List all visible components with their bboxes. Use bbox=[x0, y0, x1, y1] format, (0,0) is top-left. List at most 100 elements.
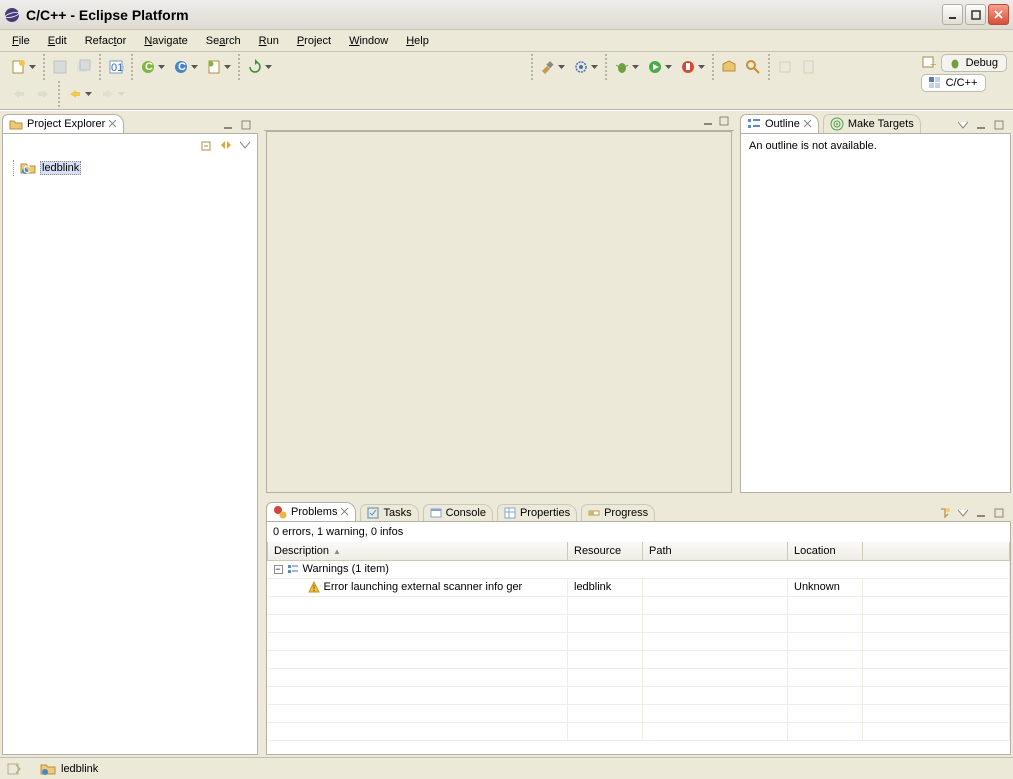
col-path[interactable]: Path bbox=[643, 542, 788, 560]
console-icon bbox=[430, 507, 442, 519]
annotation-button bbox=[798, 56, 820, 78]
maximize-view-button[interactable] bbox=[238, 117, 254, 133]
close-icon[interactable] bbox=[109, 120, 117, 128]
menu-run[interactable]: Run bbox=[251, 33, 287, 49]
status-bar: ledblink bbox=[0, 757, 1013, 779]
maximize-button[interactable] bbox=[965, 4, 986, 25]
minimize-view-button[interactable] bbox=[973, 117, 989, 133]
back-button[interactable] bbox=[64, 83, 95, 105]
editor-maximize-button[interactable] bbox=[716, 113, 732, 129]
open-type-button[interactable] bbox=[718, 56, 740, 78]
tree-item-ledblink[interactable]: C ledblink bbox=[20, 160, 253, 176]
open-perspective-button[interactable]: + bbox=[921, 55, 937, 71]
perspective-ccpp[interactable]: C/C++ bbox=[921, 74, 987, 92]
tab-problems[interactable]: Problems bbox=[266, 502, 356, 521]
new-source-button[interactable] bbox=[203, 56, 234, 78]
new-c-class-button[interactable]: C bbox=[137, 56, 168, 78]
save-all-button bbox=[73, 56, 95, 78]
progress-label: Progress bbox=[604, 507, 648, 519]
status-project-label: ledblink bbox=[61, 763, 98, 775]
problems-table[interactable]: Description▲ Resource Path Location − War… bbox=[267, 542, 1010, 741]
run-button[interactable] bbox=[644, 56, 675, 78]
link-editor-button[interactable] bbox=[218, 137, 234, 153]
progress-icon bbox=[588, 507, 600, 519]
tab-console[interactable]: Console bbox=[423, 504, 493, 521]
properties-label: Properties bbox=[520, 507, 570, 519]
perspective-debug[interactable]: Debug bbox=[941, 54, 1007, 72]
col-spacer bbox=[863, 542, 1010, 560]
new-button[interactable] bbox=[8, 56, 39, 78]
tab-outline[interactable]: Outline bbox=[740, 114, 819, 133]
view-menu-button[interactable] bbox=[955, 117, 971, 133]
tab-make-targets[interactable]: Make Targets bbox=[823, 114, 921, 133]
problems-view: 0 errors, 1 warning, 0 infos Description… bbox=[266, 521, 1011, 755]
close-icon[interactable] bbox=[804, 120, 812, 128]
menu-search[interactable]: Search bbox=[198, 33, 249, 49]
editor-area bbox=[266, 131, 732, 493]
window-title: C/C++ - Eclipse Platform bbox=[26, 7, 942, 23]
menu-window[interactable]: Window bbox=[341, 33, 396, 49]
project-tree[interactable]: C ledblink bbox=[3, 156, 257, 180]
project-explorer-title: Project Explorer bbox=[27, 118, 105, 130]
tab-properties[interactable]: Properties bbox=[497, 504, 577, 521]
tab-tasks[interactable]: Tasks bbox=[360, 504, 418, 521]
menu-edit[interactable]: Edit bbox=[40, 33, 75, 49]
external-tools-button[interactable] bbox=[677, 56, 708, 78]
problem-path bbox=[643, 578, 788, 596]
make-targets-title: Make Targets bbox=[848, 118, 914, 130]
nav-next-button bbox=[32, 83, 54, 105]
title-bar: C/C++ - Eclipse Platform bbox=[0, 0, 1013, 30]
config-button[interactable] bbox=[570, 56, 601, 78]
search-button[interactable] bbox=[742, 56, 764, 78]
editor-minimize-button[interactable] bbox=[700, 113, 716, 129]
new-cpp-class-button[interactable]: C bbox=[170, 56, 201, 78]
close-icon[interactable] bbox=[341, 508, 349, 516]
problems-icon bbox=[273, 505, 287, 519]
menu-help[interactable]: Help bbox=[398, 33, 437, 49]
col-resource[interactable]: Resource bbox=[568, 542, 643, 560]
menu-project[interactable]: Project bbox=[289, 33, 339, 49]
svg-text:+: + bbox=[930, 59, 936, 70]
menu-refactor[interactable]: Refactor bbox=[77, 33, 135, 49]
close-button[interactable] bbox=[988, 4, 1009, 25]
warning-icon bbox=[308, 581, 320, 593]
minimize-view-button[interactable] bbox=[973, 505, 989, 521]
build-button[interactable] bbox=[537, 56, 568, 78]
tasks-icon bbox=[367, 507, 379, 519]
outline-title: Outline bbox=[765, 118, 800, 130]
perspective-ccpp-label: C/C++ bbox=[946, 77, 978, 89]
target-icon bbox=[830, 117, 844, 131]
problem-desc: Error launching external scanner info ge… bbox=[324, 581, 523, 593]
tab-progress[interactable]: Progress bbox=[581, 504, 655, 521]
debug-button[interactable] bbox=[611, 56, 642, 78]
maximize-view-button[interactable] bbox=[991, 117, 1007, 133]
minimize-view-button[interactable] bbox=[220, 117, 236, 133]
filter-button[interactable] bbox=[937, 505, 953, 521]
binary-button[interactable]: 010 bbox=[105, 56, 127, 78]
forward-button bbox=[97, 83, 128, 105]
problems-label: Problems bbox=[291, 506, 337, 518]
problem-row[interactable]: Error launching external scanner info ge… bbox=[268, 578, 1010, 596]
col-description[interactable]: Description▲ bbox=[268, 542, 568, 560]
menu-file[interactable]: File bbox=[4, 33, 38, 49]
chevron-down-icon bbox=[29, 65, 36, 69]
maximize-view-button[interactable] bbox=[991, 505, 1007, 521]
perspective-debug-label: Debug bbox=[966, 57, 998, 69]
minimize-button[interactable] bbox=[942, 4, 963, 25]
perspective-switcher: + Debug C/C++ bbox=[921, 54, 1007, 92]
refresh-button[interactable] bbox=[244, 56, 275, 78]
problems-group-row[interactable]: − Warnings (1 item) bbox=[268, 560, 1010, 578]
tab-project-explorer[interactable]: Project Explorer bbox=[2, 114, 124, 133]
svg-text:C: C bbox=[178, 61, 186, 73]
menu-navigate[interactable]: Navigate bbox=[136, 33, 195, 49]
save-button bbox=[49, 56, 71, 78]
col-location[interactable]: Location bbox=[788, 542, 863, 560]
nav-last-button bbox=[8, 83, 30, 105]
problems-group-label: Warnings (1 item) bbox=[303, 563, 389, 575]
status-left-icon[interactable] bbox=[6, 762, 22, 776]
collapse-all-button[interactable] bbox=[199, 137, 215, 153]
view-menu-button[interactable] bbox=[955, 505, 971, 521]
collapse-toggle[interactable]: − bbox=[274, 565, 283, 574]
view-menu-button[interactable] bbox=[237, 137, 253, 153]
outline-icon bbox=[747, 117, 761, 131]
